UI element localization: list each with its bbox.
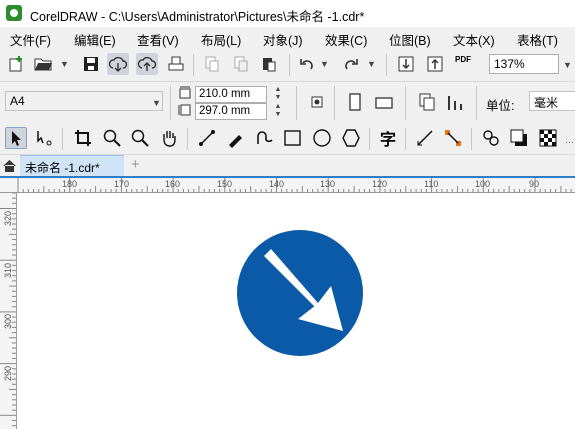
blend-tool-icon[interactable]: [480, 127, 502, 149]
document-tab-label: 未命名 -1.cdr*: [25, 161, 100, 175]
menu-object[interactable]: 对象(J): [263, 30, 303, 49]
redo-icon[interactable]: [340, 53, 362, 75]
ruler-v-label: 310: [3, 262, 13, 278]
page-options-icon[interactable]: [306, 91, 328, 113]
standard-toolbar: ▼ ▼ ▼ PDF 137% ▼: [0, 48, 575, 82]
ruler-h-label: 120: [372, 179, 388, 189]
menu-bitmaps[interactable]: 位图(B): [389, 30, 431, 49]
new-document-icon[interactable]: [6, 53, 28, 75]
ruler-h-label: 130: [320, 179, 336, 189]
export-icon[interactable]: [424, 53, 446, 75]
coreldraw-logo-icon: [6, 5, 22, 21]
ruler-h-label: 150: [217, 179, 233, 189]
zoom-out-tool-icon[interactable]: [129, 127, 151, 149]
cloud-import-icon[interactable]: [107, 53, 129, 75]
menu-table[interactable]: 表格(T): [517, 30, 558, 49]
ellipse-tool-icon[interactable]: [311, 127, 333, 149]
ruler-v-label: 300: [3, 313, 13, 329]
menu-edit[interactable]: 编辑(E): [74, 30, 116, 49]
copy-icon[interactable]: [230, 53, 252, 75]
sign-circle: [237, 230, 363, 356]
pdf-label: PDF: [455, 55, 471, 64]
open-dropdown-icon[interactable]: ▼: [60, 59, 69, 69]
window-title: CorelDRAW - C:\Users\Administrator\Pictu…: [30, 10, 365, 24]
all-pages-icon[interactable]: [416, 91, 438, 113]
pan-tool-icon[interactable]: [158, 127, 180, 149]
drop-shadow-tool-icon[interactable]: [508, 127, 530, 149]
page-width-icon: [178, 86, 192, 100]
ruler-h-label: 90: [529, 179, 540, 189]
new-tab-button[interactable]: +: [131, 156, 140, 173]
title-bar: CorelDRAW - C:\Users\Administrator\Pictu…: [0, 0, 575, 27]
freehand-tool-icon[interactable]: [196, 127, 218, 149]
page-width-spinner[interactable]: ▲ ▼: [267, 86, 289, 103]
page-size-select[interactable]: A4: [5, 91, 163, 111]
cut-icon[interactable]: [201, 53, 223, 75]
save-icon[interactable]: [80, 53, 102, 75]
ruler-h-label: 180: [62, 179, 78, 189]
units-select[interactable]: 毫米: [529, 91, 575, 111]
toolbox-more-icon[interactable]: …: [565, 135, 574, 145]
zoom-level-field[interactable]: 137%: [489, 54, 559, 74]
landscape-icon[interactable]: [373, 91, 395, 113]
menu-view[interactable]: 查看(V): [137, 30, 179, 49]
ruler-h-label: 160: [165, 179, 181, 189]
drawing-canvas[interactable]: [18, 194, 575, 429]
menu-bar: 文件(F) 编辑(E) 查看(V) 布局(L) 对象(J) 效果(C) 位图(B…: [0, 27, 575, 49]
transparency-tool-icon[interactable]: [537, 127, 559, 149]
menu-file[interactable]: 文件(F): [10, 30, 51, 49]
connector-tool-icon[interactable]: [442, 127, 464, 149]
ruler-h-label: 100: [475, 179, 491, 189]
dimension-tool-icon[interactable]: [414, 127, 436, 149]
undo-icon[interactable]: [296, 53, 318, 75]
bezier-tool-icon[interactable]: [253, 127, 275, 149]
rectangle-tool-icon[interactable]: [282, 127, 304, 149]
menu-layout[interactable]: 布局(L): [201, 30, 241, 49]
ruler-v-label: 320: [3, 210, 13, 226]
crop-tool-icon[interactable]: [72, 127, 94, 149]
page-size-value: A4: [10, 94, 25, 108]
artistic-media-icon[interactable]: [225, 127, 247, 149]
zoom-tool-icon[interactable]: [101, 127, 123, 149]
import-icon[interactable]: [395, 53, 417, 75]
cloud-export-icon[interactable]: [136, 53, 158, 75]
page-height-spinner[interactable]: ▲ ▼: [267, 103, 289, 120]
print-icon[interactable]: [165, 53, 187, 75]
document-tab[interactable]: 未命名 -1.cdr*: [20, 155, 124, 176]
vertical-ruler: 320 310 300 290: [0, 193, 17, 429]
text-tool-icon[interactable]: 字: [377, 127, 399, 149]
home-icon[interactable]: [2, 158, 17, 173]
ruler-h-label: 170: [114, 179, 130, 189]
page-height-icon: [178, 103, 192, 117]
current-page-icon[interactable]: [445, 91, 467, 113]
polygon-tool-icon[interactable]: [340, 127, 362, 149]
toolbox: 字 …: [0, 123, 575, 155]
undo-dropdown-icon[interactable]: ▼: [320, 59, 329, 69]
page-width-field[interactable]: 210.0 mm: [195, 86, 267, 103]
page-height-field[interactable]: 297.0 mm: [195, 103, 267, 120]
units-label: 单位:: [486, 99, 515, 113]
portrait-icon[interactable]: [344, 91, 366, 113]
pick-tool-icon[interactable]: [5, 127, 27, 149]
page-size-dropdown-icon[interactable]: ▼: [152, 98, 161, 108]
zoom-dropdown-icon[interactable]: ▼: [563, 60, 572, 70]
menu-text[interactable]: 文本(X): [453, 30, 495, 49]
publish-pdf-button[interactable]: PDF: [455, 55, 471, 64]
open-folder-icon[interactable]: [32, 53, 54, 75]
horizontal-ruler: 180 170 160 150 140 130 120 110 100 90: [0, 176, 575, 193]
shape-tool-icon[interactable]: [33, 127, 55, 149]
ruler-v-label: 290: [3, 365, 13, 381]
redo-dropdown-icon[interactable]: ▼: [367, 59, 376, 69]
property-bar: A4 ▼ 210.0 mm ▲ ▼ 297.0 mm ▲ ▼ 单位: 毫米: [0, 82, 575, 124]
menu-effects[interactable]: 效果(C): [325, 30, 367, 49]
ruler-h-label: 110: [424, 179, 439, 189]
traffic-sign-graphic[interactable]: [236, 229, 364, 357]
paste-icon[interactable]: [258, 53, 280, 75]
ruler-h-label: 140: [269, 179, 285, 189]
